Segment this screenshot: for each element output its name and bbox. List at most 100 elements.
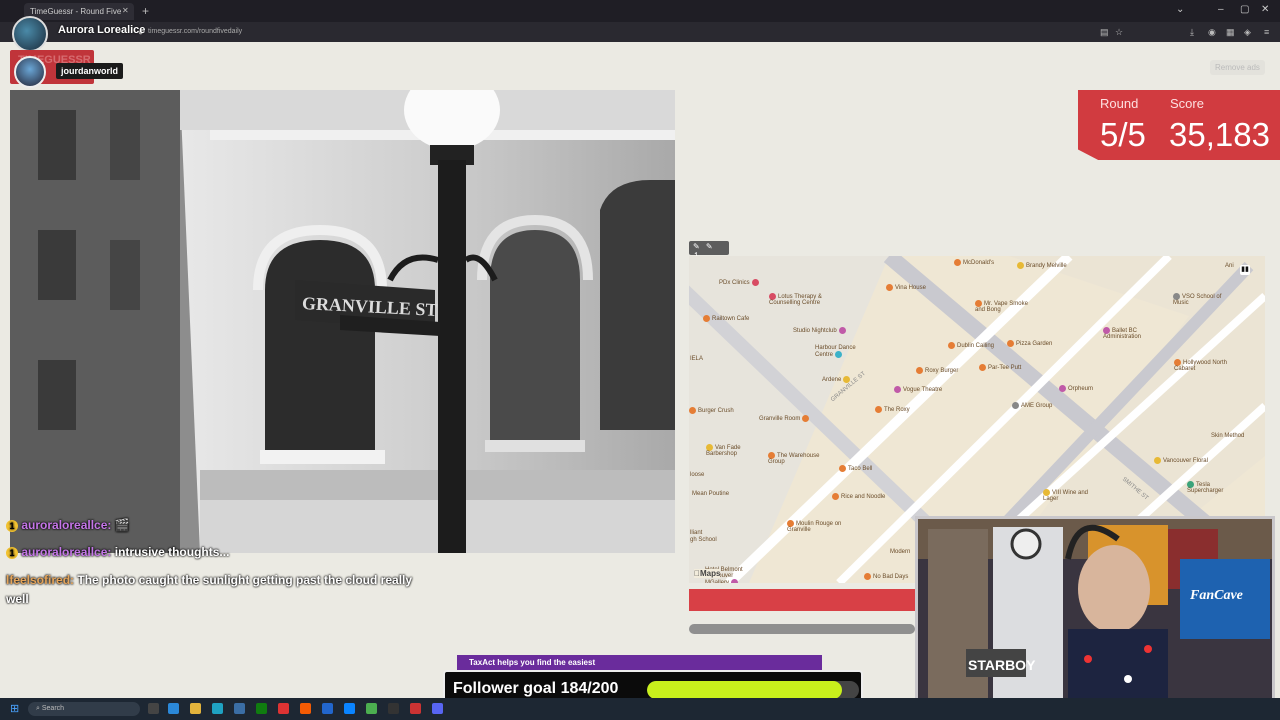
map-poi[interactable]: Pizza Garden [1007,340,1052,347]
poi-dot-icon [1154,457,1161,464]
map-poi[interactable]: Vina House [886,284,926,291]
chat-message: 1 auroraloreallce: 🎬 [6,518,130,532]
poi-label: The Roxy [884,407,910,414]
close-tab-icon[interactable]: ✕ [122,6,129,15]
map-poi[interactable]: Orpheum [1059,385,1093,392]
minimize-icon[interactable]: – [1218,4,1224,15]
steam-icon[interactable] [234,703,245,714]
poi-dot-icon [948,342,955,349]
map-poi[interactable]: Lotus Therapy & Counselling Centre [769,293,837,306]
poi-dot-icon [1174,359,1181,366]
map-poi[interactable]: Roxy Burger [916,367,958,374]
map-poi[interactable]: Granville Room [759,415,811,422]
map-poi[interactable]: Mr. Vape Smoke and Bong [975,300,1035,313]
map-poi[interactable]: Harbour Dance Centre [815,345,871,358]
poi-label: Vina House [895,285,926,292]
close-window-icon[interactable]: ✕ [1261,4,1269,15]
map-poi[interactable]: Ardene [822,376,852,383]
map-poi[interactable]: Skin Method [1211,433,1244,439]
extensions-icon[interactable]: ▦ [1226,27,1235,38]
map-poi[interactable]: Taco Bell [839,465,872,472]
edge-label: IELA [690,356,704,362]
app-icon[interactable] [410,703,421,714]
remove-ads-button[interactable]: Remove ads [1210,60,1265,75]
poi-label: Taco Bell [848,466,873,473]
poi-dot-icon [1173,293,1180,300]
app-icon[interactable] [366,703,377,714]
discord-icon[interactable] [432,703,443,714]
map-poi[interactable]: Moulin Rouge on Granville [787,520,847,533]
map-poi[interactable]: Van Fade Barbershop [706,444,754,457]
terminal-icon[interactable] [388,703,399,714]
taskbar-search[interactable]: ⌕ Search [28,702,140,716]
map-poi[interactable]: Vogue Theatre [894,386,942,393]
map-poi[interactable]: Tesla Supercharger [1187,481,1239,494]
map-layers-icon[interactable]: ▮▮ [1240,265,1250,275]
map-poi[interactable]: Modern [890,549,910,555]
map-poi[interactable]: Vancouver Floral [1154,457,1208,464]
new-tab-icon[interactable]: + [142,4,149,18]
app-icon[interactable] [278,703,289,714]
ad-banner[interactable]: TaxAct helps you find the easiest [457,655,822,671]
map-poi[interactable]: Ballet BC Administration [1103,327,1169,340]
tab-list-icon[interactable]: ⌄ [1176,4,1184,15]
task-view-icon[interactable] [148,703,159,714]
maximize-icon[interactable]: ▢ [1240,4,1249,15]
map-poi[interactable]: PDx Clinics [719,279,761,286]
taskbar: ⊞ ⌕ Search [0,698,1280,720]
edge-label: loose [690,472,705,478]
url-text[interactable]: timeguessr.com/roundfivedaily [148,28,242,35]
year-slider[interactable] [689,624,915,634]
map-tools[interactable]: ✎ ✎ ↿ [689,241,729,260]
search-placeholder: Search [41,705,65,712]
extension-icon[interactable]: ◈ [1244,27,1251,38]
poi-label: Pizza Garden [1016,341,1053,348]
map-poi[interactable]: Mean Poutine [692,491,729,497]
poi-label: The Warehouse Group [768,453,820,466]
poi-label: Burger Crush [698,408,734,415]
app-icon[interactable] [322,703,333,714]
tab-title: TimeGuessr - Round Five [30,7,122,16]
poi-label: McDonald's [963,260,995,267]
map-poi[interactable]: Par-Tee Putt [979,364,1021,371]
map-poi[interactable]: VIII Wine and Lager [1043,489,1091,502]
chat-message: 1 auroraloreallce: intrusive thoughts... [6,545,229,559]
map-poi[interactable]: Railtown Cafe [703,315,749,322]
account-icon[interactable]: ◉ [1208,27,1216,38]
windows-start-icon[interactable]: ⊞ [10,702,19,715]
streamer-name: Aurora Lorealice [58,24,146,36]
poi-dot-icon [1007,340,1014,347]
chat-username: auroraloreallce: [21,518,112,532]
file-explorer-icon[interactable] [190,703,201,714]
app-icon[interactable] [344,703,355,714]
map-poi[interactable]: Brandy Melville [1017,262,1067,269]
reader-icon[interactable]: ▤ [1100,27,1109,38]
map-poi[interactable]: Studio Nightclub [793,327,848,334]
poi-label: No Bad Days [873,574,909,581]
download-icon[interactable]: ⤓ [1190,27,1194,38]
poi-dot-icon [838,327,846,334]
poi-dot-icon [875,406,882,413]
menu-icon[interactable]: ≡ [1264,27,1269,37]
map-poi[interactable]: Hollywood North Cabaret [1174,359,1234,372]
map-poi[interactable]: AME Group [1012,402,1052,409]
poi-dot-icon [787,520,794,527]
edge-icon[interactable] [212,703,223,714]
poi-dot-icon [886,284,893,291]
xbox-icon[interactable] [256,703,267,714]
browser-tab[interactable]: TimeGuessr - Round Five [24,3,134,20]
map-poi[interactable]: No Bad Days [864,573,908,580]
app-icon[interactable] [168,703,179,714]
map-poi[interactable]: VSO School of Music [1173,293,1233,306]
guess-button[interactable] [689,589,915,611]
map-poi[interactable]: McDonald's [954,259,994,266]
map-poi[interactable]: Dublin Calling [948,342,994,349]
bookmark-star-icon[interactable]: ☆ [1115,27,1123,38]
map-poi[interactable]: The Warehouse Group [768,452,828,465]
brave-icon[interactable] [300,703,311,714]
map-poi[interactable]: The Roxy [875,406,910,413]
map-poi[interactable]: Rice and Noodle [832,493,885,500]
poi-dot-icon [954,259,961,266]
poi-dot-icon [1187,481,1194,488]
map-poi[interactable]: Burger Crush [689,407,734,414]
